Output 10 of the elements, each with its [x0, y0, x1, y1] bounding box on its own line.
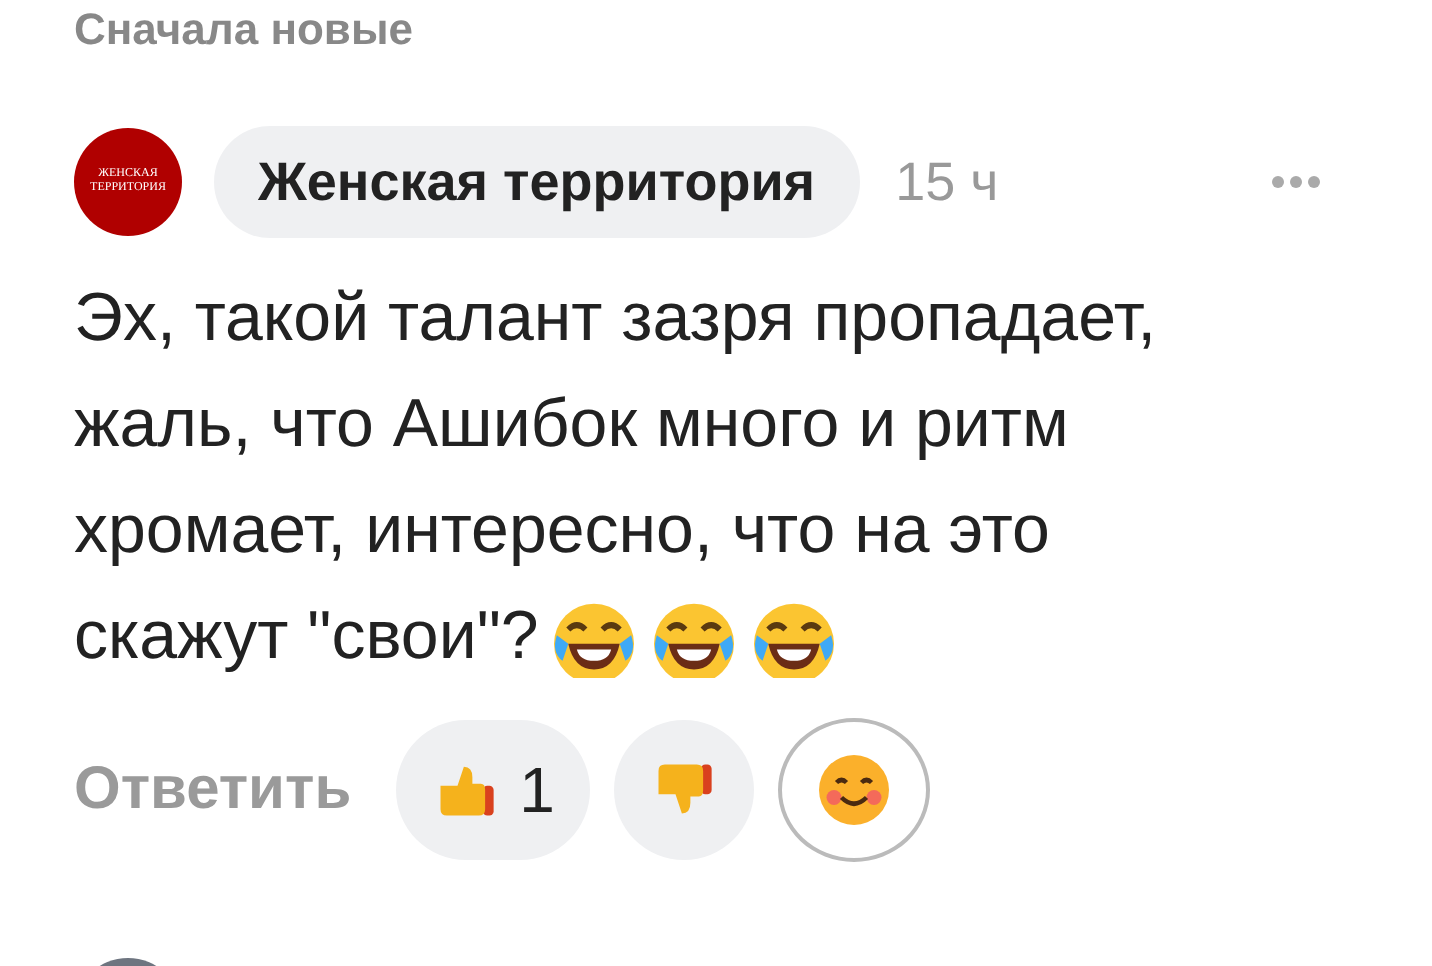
like-reaction-button[interactable]: 1	[395, 720, 591, 860]
comment-text-line: жаль, что Ашибок много и ритм	[74, 384, 1069, 466]
more-icon[interactable]	[1270, 174, 1322, 190]
smiling-face-icon	[814, 750, 895, 830]
author-name[interactable]: Женская территория	[214, 126, 860, 238]
comment-text-line: хромает, интересно, что на это	[74, 490, 1050, 572]
comment-text-line: скажут "свои"?	[74, 596, 539, 678]
comment-time: 15 ч	[895, 151, 999, 213]
comment-text-line: Эх, такой талант зазря пропадает,	[74, 278, 1157, 360]
sort-label[interactable]: Сначала новые	[0, 0, 1432, 84]
